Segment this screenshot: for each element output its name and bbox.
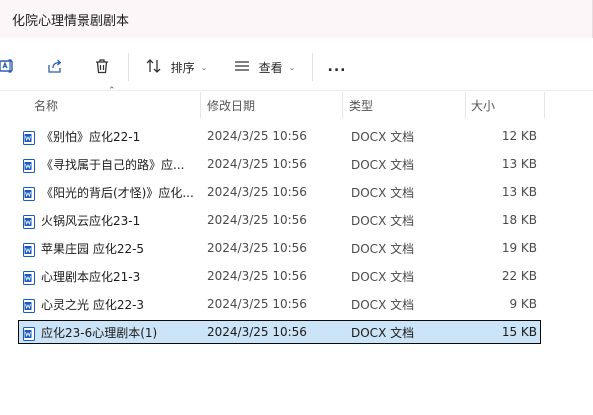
file-size: 18 KB bbox=[501, 213, 537, 227]
delete-icon bbox=[93, 57, 111, 78]
chevron-down-icon: ⌄ bbox=[200, 62, 208, 72]
command-bar: 排序 ⌄ 查看 ⌄ ... bbox=[0, 43, 593, 91]
file-row[interactable]: 心理剧本应化21-3 2024/3/25 10:56 DOCX 文档 22 KB bbox=[18, 264, 541, 288]
file-size: 9 KB bbox=[509, 297, 537, 311]
file-type: DOCX 文档 bbox=[351, 129, 415, 144]
file-name: 心灵之光 应化22-3 bbox=[41, 297, 145, 312]
file-name: 应化23-6心理剧本(1) bbox=[41, 325, 158, 340]
column-divider[interactable] bbox=[342, 92, 343, 118]
rename-icon bbox=[0, 57, 16, 78]
file-row[interactable]: 《寻找属于自己的路》应... 2024/3/25 10:56 DOCX 文档 1… bbox=[18, 152, 541, 176]
file-name: 火锅风云应化23-1 bbox=[41, 213, 141, 228]
file-type: DOCX 文档 bbox=[351, 185, 415, 200]
file-name: 《寻找属于自己的路》应... bbox=[41, 157, 185, 172]
view-button[interactable]: 查看 ⌄ bbox=[228, 51, 300, 83]
column-divider[interactable] bbox=[465, 92, 466, 118]
file-modified-date: 2024/3/25 10:56 bbox=[207, 269, 307, 283]
file-row[interactable]: 《阳光的背后(才怪)》应化... 2024/3/25 10:56 DOCX 文档… bbox=[18, 180, 541, 204]
word-document-icon bbox=[23, 158, 35, 173]
column-divider[interactable] bbox=[200, 92, 201, 118]
file-size: 12 KB bbox=[501, 129, 537, 143]
file-size: 15 KB bbox=[501, 325, 537, 339]
sort-button[interactable]: 排序 ⌄ bbox=[140, 51, 212, 83]
file-row-selected[interactable]: 应化23-6心理剧本(1) 2024/3/25 10:56 DOCX 文档 15… bbox=[18, 320, 541, 344]
view-label: 查看 bbox=[258, 60, 283, 75]
file-modified-date: 2024/3/25 10:56 bbox=[207, 297, 307, 311]
file-type: DOCX 文档 bbox=[351, 325, 415, 340]
word-document-icon bbox=[23, 270, 35, 285]
file-name: 苹果庄园 应化22-5 bbox=[41, 241, 145, 256]
share-button[interactable] bbox=[40, 51, 70, 83]
file-size: 13 KB bbox=[501, 185, 537, 199]
file-modified-date: 2024/3/25 10:56 bbox=[207, 157, 307, 171]
word-document-icon bbox=[23, 298, 35, 313]
file-size: 22 KB bbox=[501, 269, 537, 283]
file-row[interactable]: 心灵之光 应化22-3 2024/3/25 10:56 DOCX 文档 9 KB bbox=[18, 292, 541, 316]
column-header-modified[interactable]: 修改日期 bbox=[207, 92, 255, 118]
file-type: DOCX 文档 bbox=[351, 157, 415, 172]
file-size: 19 KB bbox=[501, 241, 537, 255]
file-name: 《阳光的背后(才怪)》应化... bbox=[41, 185, 194, 200]
delete-button[interactable] bbox=[87, 51, 117, 83]
file-modified-date: 2024/3/25 10:56 bbox=[207, 241, 307, 255]
word-document-icon bbox=[23, 214, 35, 229]
file-modified-date: 2024/3/25 10:56 bbox=[207, 325, 307, 339]
file-row[interactable]: 火锅风云应化23-1 2024/3/25 10:56 DOCX 文档 18 KB bbox=[18, 208, 541, 232]
file-type: DOCX 文档 bbox=[351, 297, 415, 312]
file-modified-date: 2024/3/25 10:56 bbox=[207, 213, 307, 227]
toolbar-separator bbox=[312, 53, 313, 81]
word-document-icon bbox=[23, 130, 35, 145]
more-options-button[interactable]: ... bbox=[322, 51, 352, 83]
file-type: DOCX 文档 bbox=[351, 269, 415, 284]
column-divider[interactable] bbox=[544, 92, 545, 118]
rename-button[interactable] bbox=[0, 51, 22, 83]
sort-icon bbox=[145, 57, 163, 78]
file-type: DOCX 文档 bbox=[351, 241, 415, 256]
file-type: DOCX 文档 bbox=[351, 213, 415, 228]
column-header-row: 名称 修改日期 类型 大小 bbox=[0, 92, 593, 118]
view-icon bbox=[233, 57, 251, 78]
file-name: 《别怕》应化22-1 bbox=[41, 129, 141, 144]
file-modified-date: 2024/3/25 10:56 bbox=[207, 185, 307, 199]
file-name: 心理剧本应化21-3 bbox=[41, 269, 141, 284]
word-document-icon bbox=[23, 186, 35, 201]
word-document-icon bbox=[23, 326, 35, 341]
column-header-type[interactable]: 类型 bbox=[349, 92, 373, 118]
word-document-icon bbox=[23, 242, 35, 257]
file-row[interactable]: 苹果庄园 应化22-5 2024/3/25 10:56 DOCX 文档 19 K… bbox=[18, 236, 541, 260]
more-icon: ... bbox=[327, 59, 347, 75]
toolbar-separator bbox=[128, 53, 129, 81]
title-bar: 化院心理情景剧剧本 bbox=[0, 0, 593, 38]
file-modified-date: 2024/3/25 10:56 bbox=[207, 129, 307, 143]
column-header-name[interactable]: 名称 bbox=[34, 92, 58, 118]
share-icon bbox=[46, 57, 64, 78]
window-title: 化院心理情景剧剧本 bbox=[12, 14, 130, 29]
sort-label: 排序 bbox=[170, 60, 195, 75]
chevron-down-icon: ⌄ bbox=[288, 62, 296, 72]
file-size: 13 KB bbox=[501, 157, 537, 171]
column-header-size[interactable]: 大小 bbox=[471, 92, 495, 118]
file-row[interactable]: 《别怕》应化22-1 2024/3/25 10:56 DOCX 文档 12 KB bbox=[18, 124, 541, 148]
